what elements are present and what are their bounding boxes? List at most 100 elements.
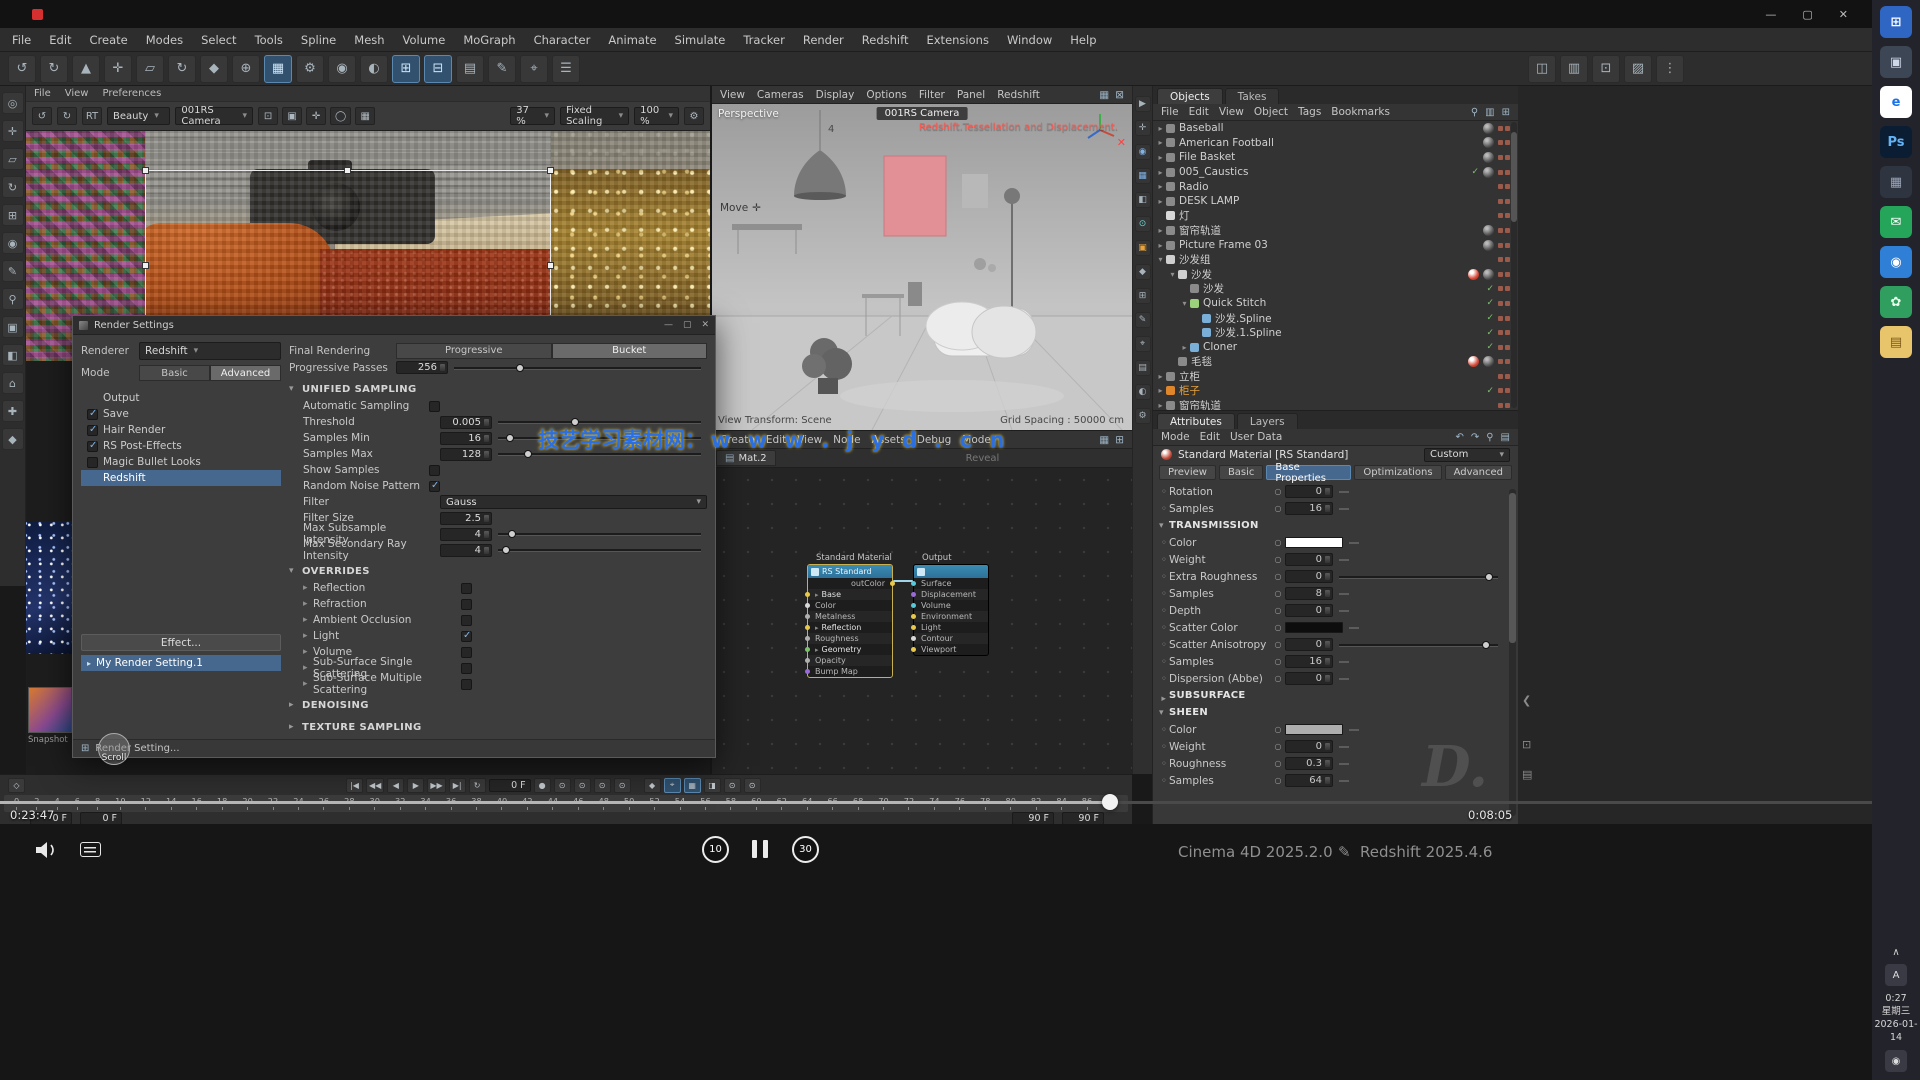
keyframe-dot[interactable]: ○	[1271, 742, 1285, 751]
taskbar-app-icon[interactable]: Ps	[1880, 126, 1912, 158]
viewport-panel-icon[interactable]: ▦	[1099, 89, 1109, 101]
node-port-row[interactable]: Color	[808, 600, 892, 611]
side-palette-icon[interactable]: ✎	[1135, 312, 1151, 328]
render-view-tool-icon[interactable]: ✛	[306, 107, 326, 125]
value-field[interactable]: 0	[1285, 485, 1333, 498]
expander-icon[interactable]: ▸	[1155, 386, 1166, 395]
override-checkbox[interactable]	[461, 583, 472, 594]
menu-item[interactable]: Mesh	[354, 33, 384, 47]
port-dot[interactable]	[805, 636, 810, 641]
volume-icon[interactable]	[34, 840, 58, 863]
keyframe-dot[interactable]: ○	[1271, 555, 1285, 564]
menu-item[interactable]: Extensions	[926, 33, 988, 47]
category-checkbox[interactable]	[87, 441, 98, 452]
expander-icon[interactable]: ▾	[1179, 299, 1190, 308]
port-dot[interactable]	[805, 669, 810, 674]
seek-knob[interactable]	[1102, 794, 1118, 810]
value-field[interactable]: 0	[1285, 553, 1333, 566]
object-row[interactable]: 沙发 ✓	[1153, 282, 1510, 297]
transport-button[interactable]: ▶|	[449, 778, 466, 793]
expander-icon[interactable]: ▸	[303, 631, 313, 641]
settings-category-row[interactable]: RS Post-Effects	[81, 438, 281, 454]
attribute-nav-icon[interactable]: ▤	[1501, 432, 1510, 443]
node-port-row[interactable]: Surface	[914, 578, 988, 589]
mini-slider[interactable]	[1339, 593, 1349, 595]
setting-slider[interactable]	[498, 544, 701, 556]
visibility-dots[interactable]	[1498, 301, 1510, 306]
setting-checkbox[interactable]	[429, 481, 440, 492]
expander-icon[interactable]: ▾	[1155, 255, 1166, 264]
layout-icon[interactable]: ▥	[1560, 55, 1588, 83]
settings-category-row[interactable]: Output	[81, 390, 281, 406]
material-thumb[interactable]	[1468, 356, 1479, 367]
setting-value-field[interactable]: 16	[440, 432, 492, 445]
expander-icon[interactable]: ▸	[1155, 241, 1166, 250]
mini-slider[interactable]	[1339, 559, 1349, 561]
object-menu-item[interactable]: Object	[1254, 106, 1288, 118]
texture-thumb[interactable]	[1483, 240, 1494, 251]
rewind-10-button[interactable]: 10	[702, 836, 729, 863]
dialog-maximize-button[interactable]: ▢	[683, 320, 692, 330]
viewport-menu-item[interactable]: Cameras	[757, 89, 804, 101]
override-checkbox[interactable]	[461, 599, 472, 610]
viewport-menu-item[interactable]: Redshift	[997, 89, 1040, 101]
visibility-dots[interactable]	[1498, 345, 1510, 350]
palette-tool-icon[interactable]: ◆	[2, 428, 24, 450]
object-row[interactable]: 沙发.Spline ✓	[1153, 311, 1510, 326]
property-tab[interactable]: Preview	[1159, 465, 1216, 480]
port-dot[interactable]	[805, 614, 810, 619]
render-view-tool-icon[interactable]: ◯	[330, 107, 351, 125]
object-row[interactable]: ▸ File Basket ✓	[1153, 150, 1510, 165]
palette-tool-icon[interactable]: ⊞	[2, 204, 24, 226]
toolbar-icon[interactable]: ⊕	[232, 55, 260, 83]
transport-button[interactable]: ◀◀	[366, 778, 384, 793]
node-editor-panel-icon[interactable]: ▦	[1099, 434, 1109, 446]
video-seek-bar[interactable]	[0, 801, 1872, 804]
object-row[interactable]: ▸ Picture Frame 03 ✓	[1153, 238, 1510, 253]
taskbar-clock[interactable]: 0:27 星期三 2026-01-14	[1872, 992, 1920, 1044]
render-setting-footer[interactable]: ⊞ Render Setting...	[73, 739, 715, 757]
keying-button[interactable]: ◆	[644, 778, 661, 793]
port-dot[interactable]	[805, 625, 810, 630]
menu-item[interactable]: Spline	[301, 33, 336, 47]
category-checkbox[interactable]	[87, 457, 98, 468]
menu-item[interactable]: Help	[1070, 33, 1096, 47]
palette-tool-icon[interactable]: ◉	[2, 232, 24, 254]
panel-tab[interactable]: Objects	[1157, 88, 1223, 104]
mode-button[interactable]: Advanced	[210, 365, 281, 381]
visibility-dots[interactable]	[1498, 170, 1510, 175]
minimize-button[interactable]: —	[1765, 8, 1776, 21]
record-button[interactable]: ⊙	[594, 778, 611, 793]
timeline-corner-icon[interactable]: ◇	[8, 778, 25, 793]
render-mode-button[interactable]: Progressive	[396, 343, 552, 359]
node-port-row[interactable]: Light	[914, 622, 988, 633]
side-palette-icon[interactable]: ⌖	[1135, 336, 1151, 352]
keyframe-dot[interactable]: ○	[1271, 538, 1285, 547]
node-port-row[interactable]: Opacity	[808, 655, 892, 666]
toolbar-icon[interactable]: ▦	[264, 55, 292, 83]
menu-item[interactable]: Redshift	[862, 33, 909, 47]
side-palette-icon[interactable]: ⚙	[1135, 408, 1151, 424]
palette-tool-icon[interactable]: ▱	[2, 148, 24, 170]
node-port-row[interactable]: Roughness	[808, 633, 892, 644]
setting-slider[interactable]	[498, 528, 701, 540]
side-palette-icon[interactable]: ▤	[1135, 360, 1151, 376]
mini-slider[interactable]	[1339, 678, 1349, 680]
override-checkbox[interactable]	[461, 615, 472, 626]
dock-icon[interactable]: ▤	[1522, 768, 1532, 781]
render-view-tool-icon[interactable]: ▣	[282, 107, 302, 125]
object-menu-item[interactable]: Tags	[1298, 106, 1321, 118]
side-palette-icon[interactable]: ⊞	[1135, 288, 1151, 304]
section-unified-sampling[interactable]: ▾ UNIFIED SAMPLING	[289, 380, 707, 398]
attribute-menu-item[interactable]: Edit	[1200, 431, 1220, 443]
node-port-row[interactable]: Bump Map	[808, 666, 892, 677]
close-button[interactable]: ✕	[1839, 8, 1848, 21]
node-port-row[interactable]: Viewport	[914, 644, 988, 655]
keying-button[interactable]: ⌖	[664, 778, 681, 793]
object-row[interactable]: ▸ 立柜 ✓	[1153, 369, 1510, 384]
redo-icon[interactable]: ↻	[57, 107, 77, 125]
snapshot-thumbnail[interactable]	[28, 687, 72, 733]
palette-tool-icon[interactable]: ✎	[2, 260, 24, 282]
input-method-icon[interactable]: A	[1885, 964, 1907, 986]
menu-item[interactable]: Character	[534, 33, 591, 47]
